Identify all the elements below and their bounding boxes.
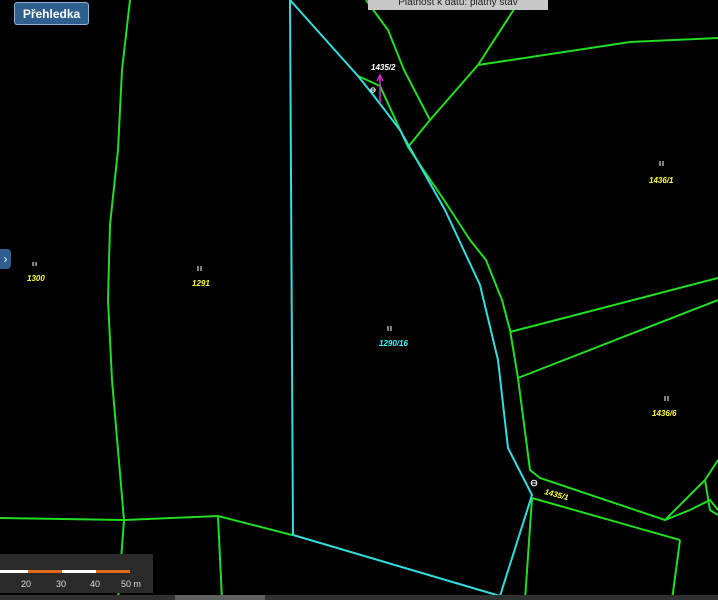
validity-banner: Platnost k datu: platný stav: [368, 0, 548, 10]
parcel-label-1436-1: 1436/1: [649, 176, 674, 185]
cadastral-map[interactable]: 1300 1291 1290/16 1436/1 1436/6 1435/1 1…: [0, 0, 718, 600]
scale-tick: 40: [90, 579, 101, 589]
overview-button[interactable]: Přehledka: [14, 2, 89, 25]
scale-tick: 30: [56, 579, 67, 589]
parcel-label-1435-1: 1435/1: [543, 487, 569, 502]
scale-tick: 20: [21, 579, 32, 589]
theta-symbol-icon: [370, 87, 538, 487]
parcel-labels: 1300 1291 1290/16 1436/1 1436/6 1435/1 1…: [27, 63, 677, 502]
parcel-boundary-cyan: [289, 0, 534, 597]
scale-segment: [62, 570, 96, 573]
scale-segment: [96, 570, 130, 573]
culture-symbol-icon: [32, 161, 669, 401]
chevron-right-icon: ›: [3, 252, 8, 266]
parcel-label-1300: 1300: [27, 274, 45, 283]
horizontal-scrollbar[interactable]: [0, 595, 718, 600]
scrollbar-thumb[interactable]: [175, 595, 265, 600]
parcel-boundaries-green: [0, 0, 718, 600]
sidebar-toggle[interactable]: ›: [0, 249, 11, 269]
parcel-label-1436-6: 1436/6: [652, 409, 677, 418]
parcel-label-1290-16: 1290/16: [379, 339, 408, 348]
scale-segment: [0, 570, 28, 573]
scale-tick: 50 m: [121, 579, 142, 589]
scale-segment: [28, 570, 62, 573]
parcel-label-1291: 1291: [192, 279, 210, 288]
parcel-label-1435-2: 1435/2: [371, 63, 396, 72]
scale-bar: 20 30 40 50 m: [0, 554, 153, 593]
